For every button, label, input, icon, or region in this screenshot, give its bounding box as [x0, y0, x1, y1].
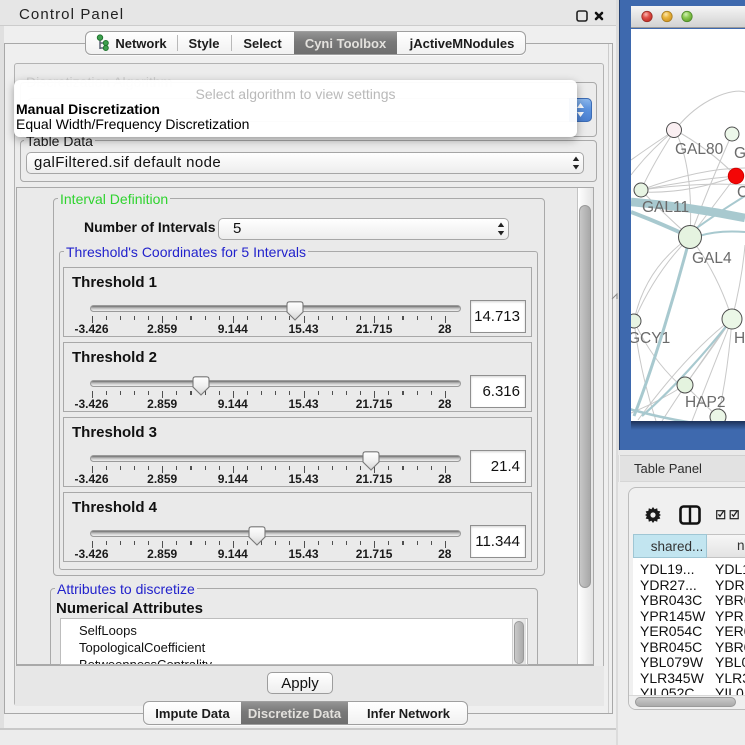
svg-text:GA: GA	[734, 145, 745, 162]
svg-text:GAL4: GAL4	[692, 250, 732, 267]
svg-text:H: H	[734, 330, 745, 347]
svg-text:GAL11: GAL11	[642, 199, 689, 216]
svg-text:HAP2: HAP2	[685, 394, 726, 411]
svg-text:C: C	[737, 184, 745, 201]
svg-text:GCY1: GCY1	[631, 330, 670, 347]
svg-text:GAL80: GAL80	[675, 141, 724, 158]
